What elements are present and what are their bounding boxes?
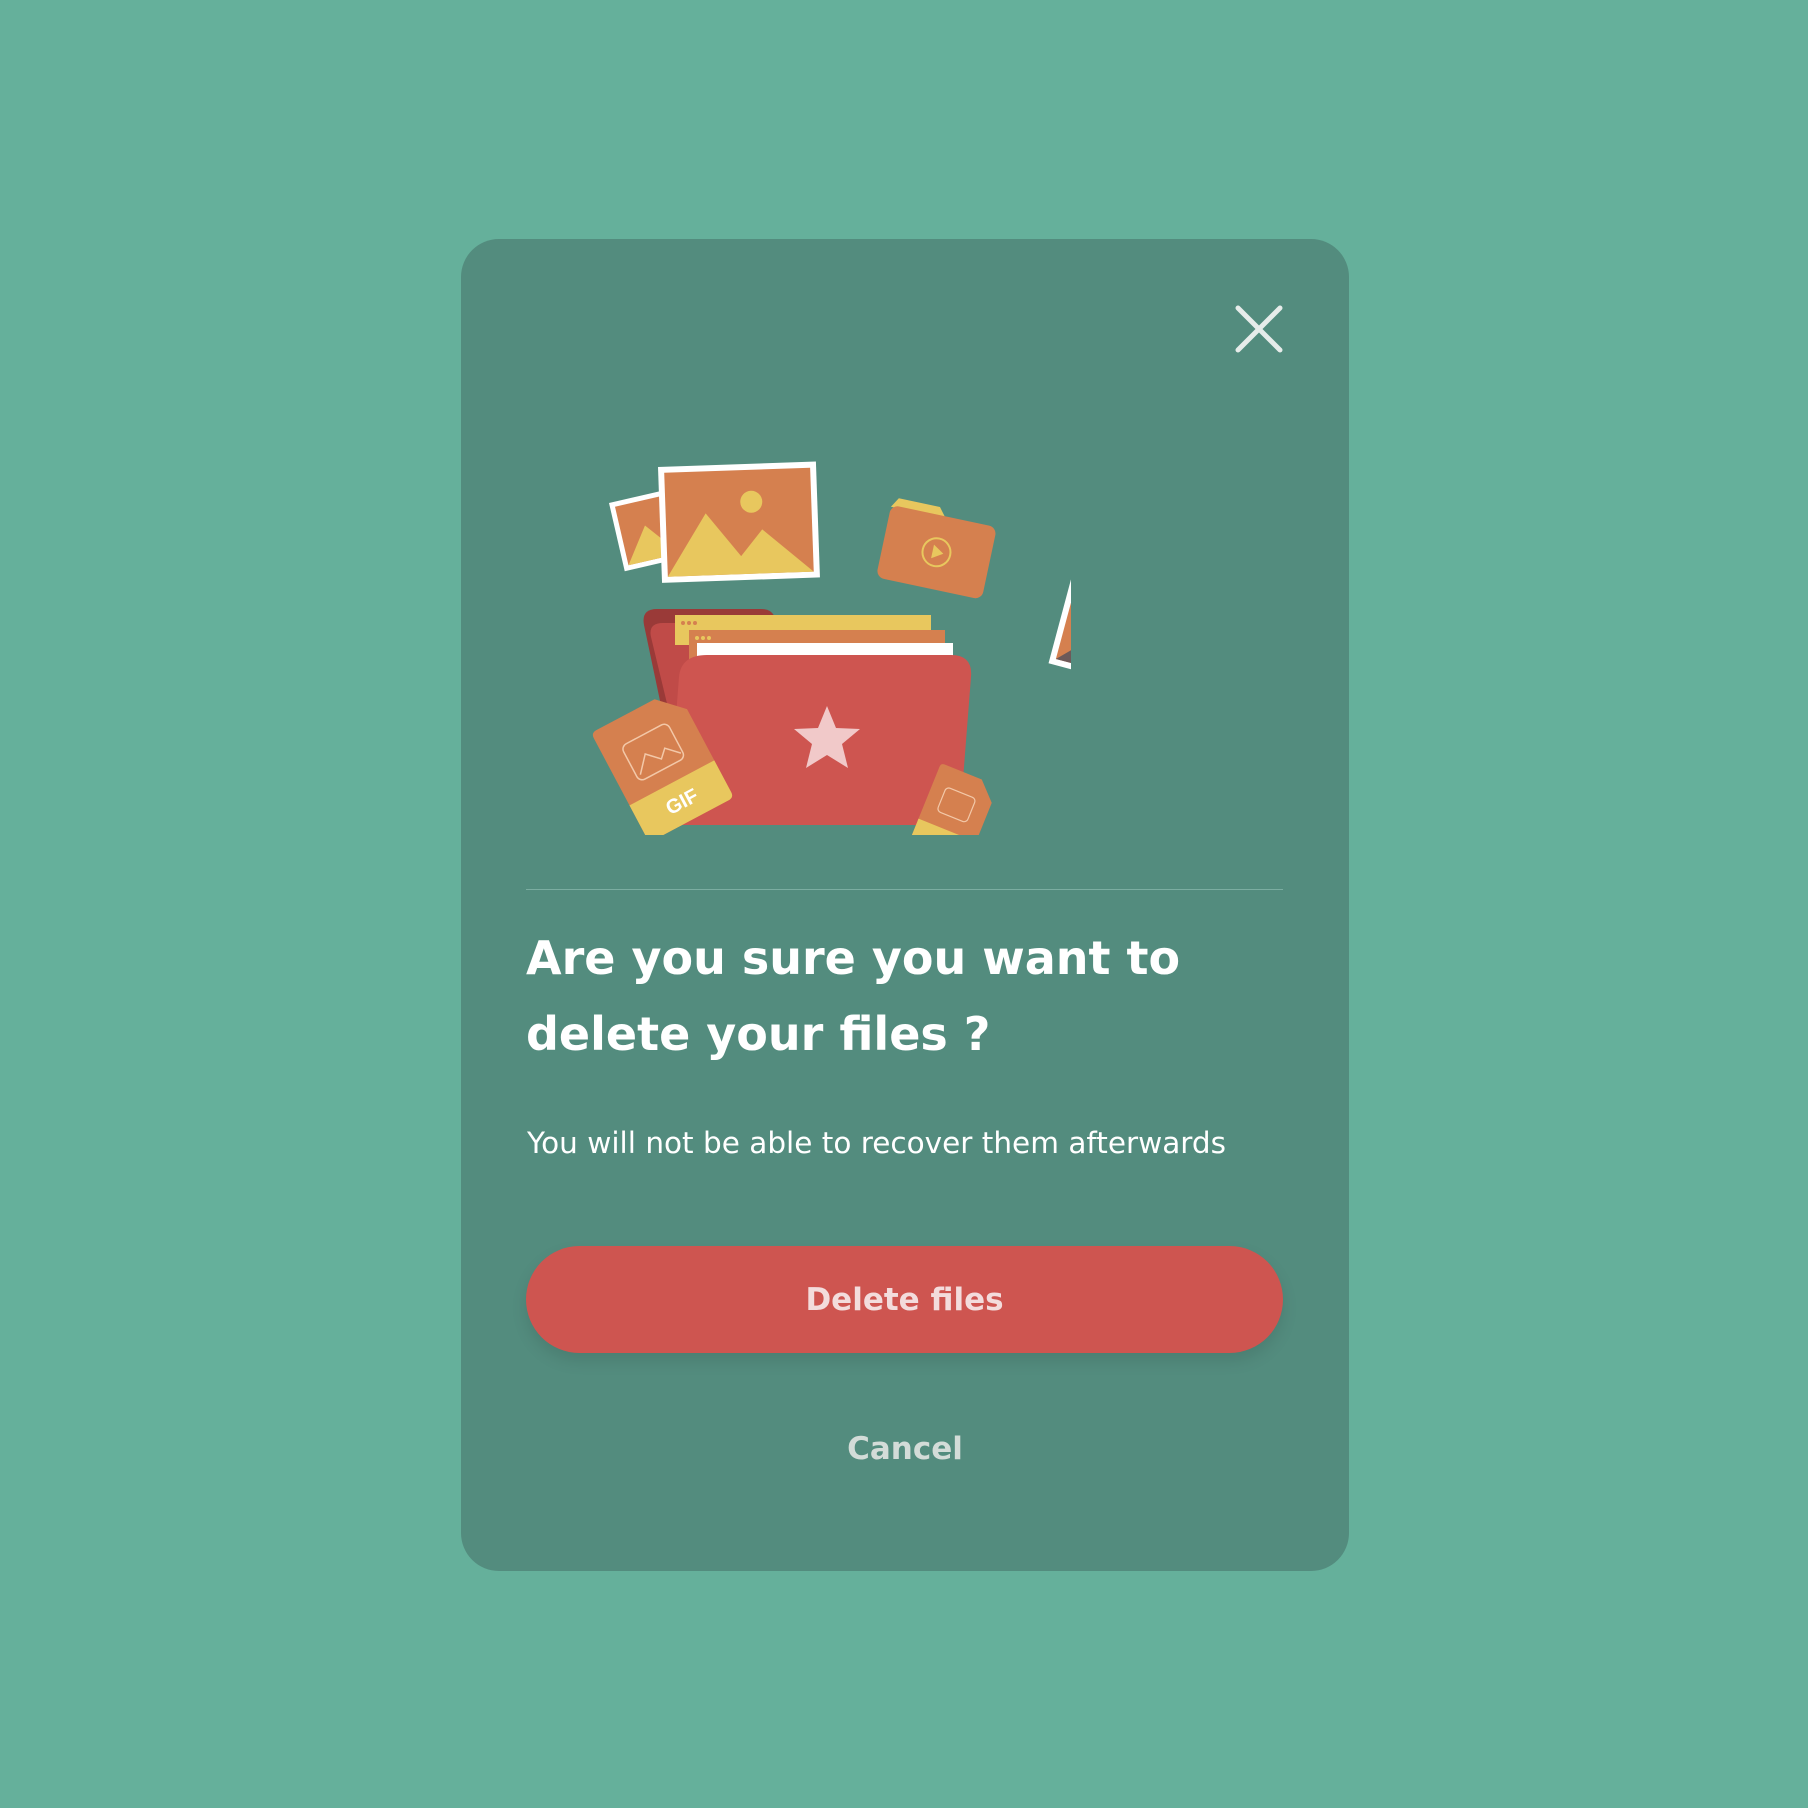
close-icon[interactable] [1230, 300, 1288, 358]
photo-large-icon [658, 461, 820, 583]
divider [526, 889, 1283, 890]
delete-files-dialog: GIF GIF [461, 239, 1349, 1571]
person-illustration [1048, 557, 1071, 700]
dialog-message: You will not be able to recover them aft… [527, 1126, 1227, 1160]
cancel-button[interactable]: Cancel [765, 1421, 1045, 1477]
delete-files-button[interactable]: Delete files [526, 1246, 1283, 1353]
dialog-title: Are you sure you want to delete your fil… [526, 931, 1181, 1061]
files-folder-illustration: GIF GIF [592, 461, 1071, 835]
video-folder-icon [877, 498, 996, 599]
